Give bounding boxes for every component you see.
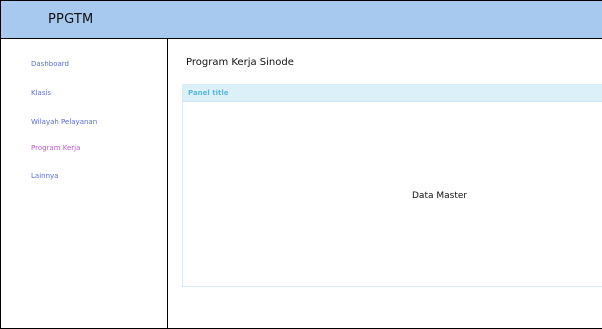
data-panel: Panel title Data Master	[182, 84, 602, 287]
page-title: Program Kerja Sinode	[186, 57, 294, 68]
panel-header: Panel title	[183, 85, 602, 102]
app-title: PPGTM	[48, 12, 94, 27]
sidebar-item-klasis[interactable]: Klasis	[31, 89, 51, 98]
top-header: PPGTM	[1, 1, 602, 39]
sidebar-item-wilayah-pelayanan[interactable]: Wilayah Pelayanan	[31, 118, 97, 127]
sidebar-item-program-kerja[interactable]: Program Kerja	[31, 144, 80, 153]
panel-title: Panel title	[188, 89, 229, 97]
sidebar-item-lainnya[interactable]: Lainnya	[31, 172, 58, 181]
sidebar-item-dashboard[interactable]: Dashboard	[31, 60, 69, 69]
sidebar: Dashboard Klasis Wilayah Pelayanan Progr…	[1, 39, 168, 328]
panel-body-text: Data Master	[412, 191, 468, 201]
